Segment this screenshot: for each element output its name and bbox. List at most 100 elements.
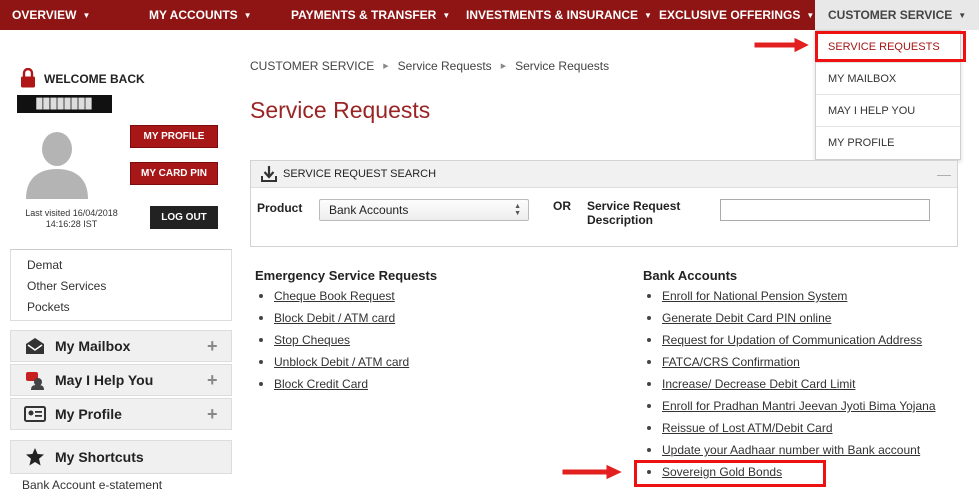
bullet-icon [259,294,263,298]
product-select-value: Bank Accounts [329,203,409,217]
link-update-aadhaar[interactable]: Update your Aadhaar number with Bank acc… [662,443,920,457]
bullet-icon [647,426,651,430]
bullet-icon [647,404,651,408]
bullet-icon [647,382,651,386]
bullet-icon [259,316,263,320]
nav-payments-transfer[interactable]: PAYMENTS & TRANSFER ▼ [261,0,452,30]
menu-item-my-profile[interactable]: MY PROFILE [816,127,960,159]
viewport-bottom-edge [0,490,979,496]
lock-icon [21,68,35,88]
nav-label: EXCLUSIVE OFFERINGS [659,8,801,22]
breadcrumb: CUSTOMER SERVICE ▶ Service Requests ▶ Se… [250,59,609,73]
expand-plus-icon[interactable]: + [207,371,221,389]
profile-card-icon [23,404,47,424]
list-item: Update your Aadhaar number with Bank acc… [645,439,936,461]
list-item: Block Credit Card [257,373,409,395]
last-visited-date: Last visited 16/04/2018 [25,208,118,218]
menu-item-may-i-help-you[interactable]: MAY I HELP YOU [816,95,960,127]
logout-button[interactable]: LOG OUT [150,206,218,229]
list-item: Block Debit / ATM card [257,307,409,329]
breadcrumb-item[interactable]: CUSTOMER SERVICE [250,59,374,73]
red-arrow-icon [753,36,812,54]
chevron-down-icon: ▼ [82,10,91,20]
sidebar-item-pockets[interactable]: Pockets [11,296,231,317]
expand-plus-icon[interactable]: + [207,337,221,355]
link-generate-debit-pin[interactable]: Generate Debit Card PIN online [662,311,831,325]
nav-investments-insurance[interactable]: INVESTMENTS & INSURANCE ▼ [452,0,652,30]
chevron-down-icon: ▼ [243,10,252,20]
highlight-box [815,31,966,62]
welcome-text: WELCOME BACK [44,72,145,86]
collapse-icon[interactable]: — [937,166,951,182]
link-block-credit-card[interactable]: Block Credit Card [274,377,368,391]
avatar [22,127,92,199]
nav-exclusive-offerings[interactable]: EXCLUSIVE OFFERINGS ▼ [648,0,815,30]
menu-item-my-mailbox[interactable]: MY MAILBOX [816,63,960,95]
top-navigation: OVERVIEW ▼ MY ACCOUNTS ▼ PAYMENTS & TRANSF… [0,0,979,30]
bullet-icon [259,382,263,386]
page-title: Service Requests [250,97,431,123]
list-item: Enroll for Pradhan Mantri Jeevan Jyoti B… [645,395,936,417]
help-icon [23,370,47,390]
description-label-line1: Service Request [587,199,681,213]
accordion-my-profile[interactable]: My Profile + [10,398,232,430]
accordion-may-i-help-you[interactable]: May I Help You + [10,364,232,396]
sidebar-item-demat[interactable]: Demat [11,254,231,275]
bullet-icon [647,316,651,320]
chevron-down-icon: ▼ [442,10,451,20]
accordion-label: May I Help You [55,372,154,388]
bullet-icon [647,294,651,298]
search-panel-header: SERVICE REQUEST SEARCH — [251,161,957,188]
list-item: FATCA/CRS Confirmation [645,351,936,373]
highlight-box [634,460,826,487]
list-item: Request for Updation of Communication Ad… [645,329,936,351]
list-item: Generate Debit Card PIN online [645,307,936,329]
bullet-icon [647,448,651,452]
download-icon [261,165,277,183]
bank-accounts-heading: Bank Accounts [643,268,738,283]
product-select[interactable]: Bank Accounts ▲ ▼ [319,199,529,221]
list-item: Enroll for National Pension System [645,285,936,307]
link-block-debit-atm[interactable]: Block Debit / ATM card [274,311,395,325]
link-fatca-crs[interactable]: FATCA/CRS Confirmation [662,355,800,369]
last-visited-time: 14:16:28 IST [45,219,98,229]
accordion-label: My Profile [55,406,122,422]
expand-plus-icon[interactable]: + [207,405,221,423]
sidebar-item-other-services[interactable]: Other Services [11,275,231,296]
nav-overview[interactable]: OVERVIEW ▼ [0,0,118,30]
list-item: Reissue of Lost ATM/Debit Card [645,417,936,439]
star-icon [23,447,47,467]
nav-label: PAYMENTS & TRANSFER [291,8,437,22]
list-item: Stop Cheques [257,329,409,351]
link-debit-card-limit[interactable]: Increase/ Decrease Debit Card Limit [662,377,855,391]
description-input[interactable] [720,199,930,221]
link-unblock-debit-atm[interactable]: Unblock Debit / ATM card [274,355,409,369]
my-card-pin-button[interactable]: MY CARD PIN [130,162,218,185]
link-stop-cheques[interactable]: Stop Cheques [274,333,350,347]
or-label: OR [553,199,571,213]
nav-label: INVESTMENTS & INSURANCE [466,8,639,22]
link-communication-address[interactable]: Request for Updation of Communication Ad… [662,333,922,347]
my-shortcuts-header[interactable]: My Shortcuts [10,440,232,474]
search-panel-title: SERVICE REQUEST SEARCH [283,168,437,180]
list-item: Unblock Debit / ATM card [257,351,409,373]
product-label: Product [257,201,303,215]
nav-label: CUSTOMER SERVICE [828,8,953,22]
emergency-heading: Emergency Service Requests [255,268,438,283]
description-label: Service Request Description [587,199,680,227]
link-pmjjby[interactable]: Enroll for Pradhan Mantri Jeevan Jyoti B… [662,399,936,413]
sidebar-services-list: Demat Other Services Pockets [10,249,232,321]
nav-label: OVERVIEW [12,8,77,22]
chevron-down-icon: ▼ [958,10,967,20]
breadcrumb-item[interactable]: Service Requests [398,59,492,73]
accordion-my-mailbox[interactable]: My Mailbox + [10,330,232,362]
link-national-pension-system[interactable]: Enroll for National Pension System [662,289,847,303]
nav-my-accounts[interactable]: MY ACCOUNTS ▼ [118,0,261,30]
last-visited-text: Last visited 16/04/2018 14:16:28 IST [14,208,129,230]
link-reissue-lost-card[interactable]: Reissue of Lost ATM/Debit Card [662,421,833,435]
accordion-label: My Mailbox [55,338,131,354]
link-cheque-book-request[interactable]: Cheque Book Request [274,289,395,303]
bank-accounts-links: Enroll for National Pension System Gener… [645,285,936,483]
nav-customer-service[interactable]: CUSTOMER SERVICE ▼ [815,0,979,30]
my-profile-button[interactable]: MY PROFILE [130,125,218,148]
